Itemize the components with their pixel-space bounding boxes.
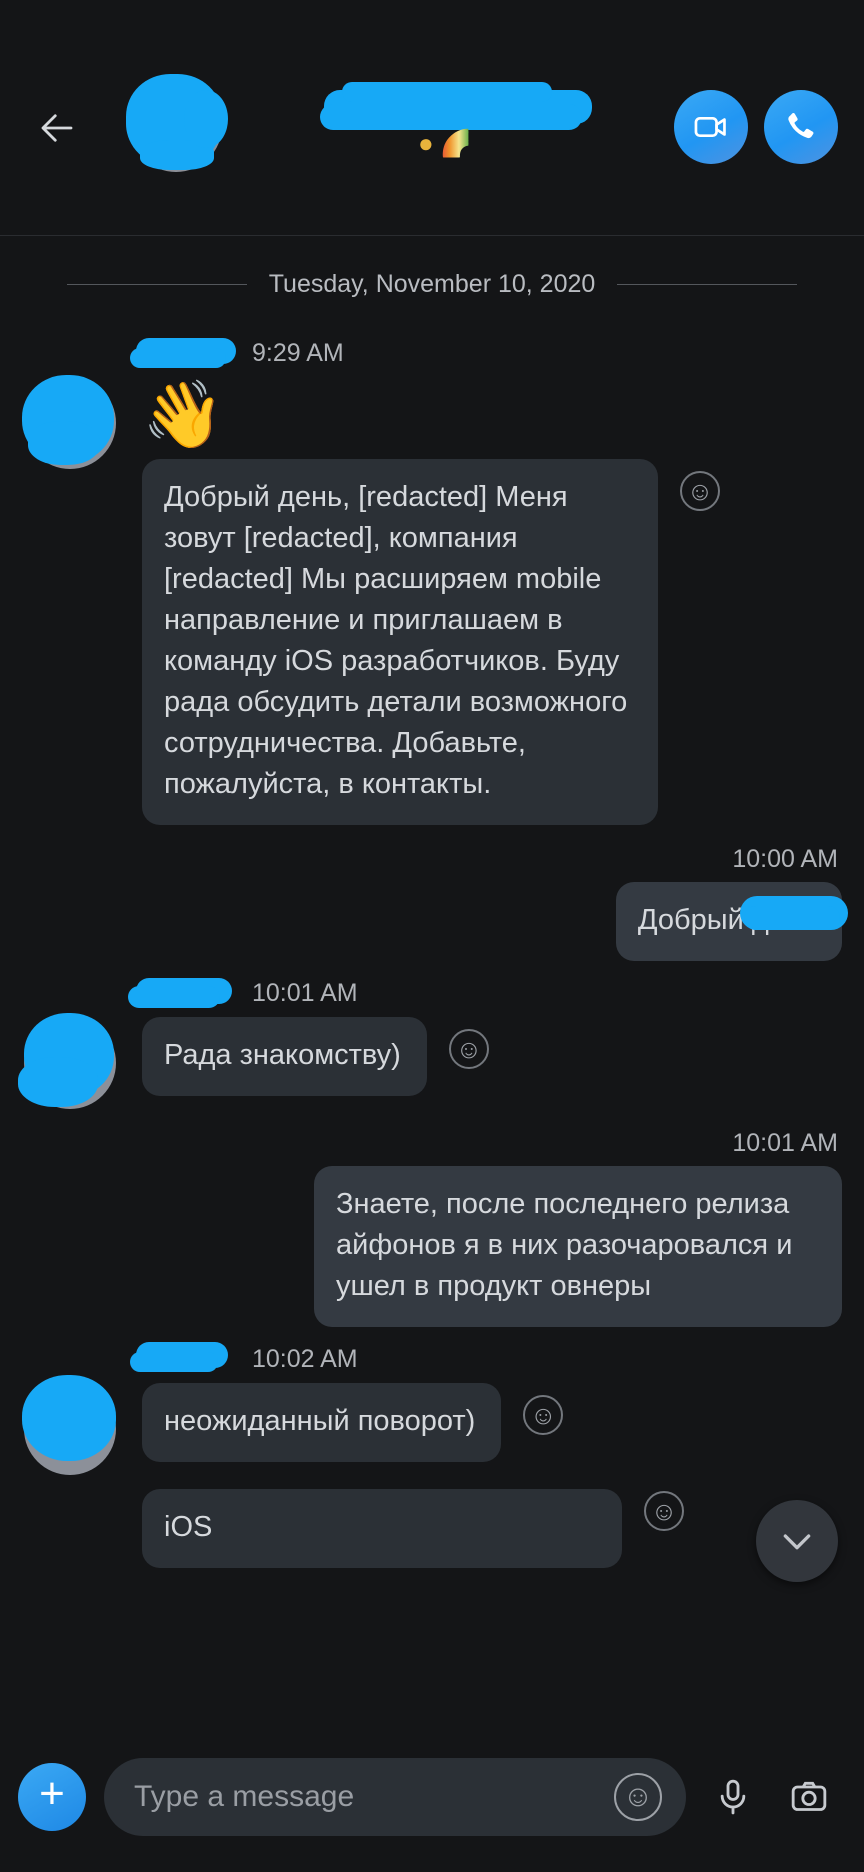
message-text: неожиданный поворот) xyxy=(164,1405,476,1437)
message-input[interactable]: Type a message xyxy=(134,1780,614,1814)
phone-icon xyxy=(788,112,814,138)
message-meta: [redacted] 9:29 AM xyxy=(0,321,864,377)
avatar[interactable] xyxy=(22,375,116,469)
composer: + Type a message ☺ xyxy=(0,1722,864,1872)
peer-status-emojis: ●🌈 xyxy=(418,127,479,158)
message-row: iOS ☺ xyxy=(0,1489,864,1581)
reaction-button[interactable]: ☺ xyxy=(523,1395,564,1435)
reaction-button[interactable]: ☺ xyxy=(680,471,720,511)
bubble-with-reaction: Добрый день, [redacted] Меня зовут [reda… xyxy=(142,459,864,825)
message-list[interactable]: Tuesday, November 10, 2020 [redacted] 9:… xyxy=(0,236,864,1722)
redaction-mark xyxy=(28,421,100,465)
message-meta: [redacted] 10:02 AM xyxy=(0,1327,864,1383)
date-label: Tuesday, November 10, 2020 xyxy=(268,270,596,298)
chat-header: [redacted] ●🌈 xyxy=(0,0,864,236)
message-text: Знаете, после последнего релиза айфонов … xyxy=(336,1188,793,1302)
redaction-mark xyxy=(184,89,228,148)
chevron-down-icon xyxy=(783,1534,811,1550)
back-button[interactable] xyxy=(30,101,84,155)
mic-button[interactable] xyxy=(704,1768,762,1826)
redaction-mark xyxy=(128,986,220,1008)
redaction-mark xyxy=(320,103,582,130)
redaction-mark xyxy=(22,1375,116,1461)
video-camera-icon xyxy=(694,116,726,137)
message-time: 10:00 AM xyxy=(732,845,838,873)
attach-button[interactable]: + xyxy=(18,1763,86,1831)
message-bubble[interactable]: Знаете, после последнего релиза айфонов … xyxy=(314,1166,842,1327)
message-bubble[interactable]: Добрый день, [redacted] Меня зовут [reda… xyxy=(142,459,658,825)
voice-call-button[interactable] xyxy=(764,89,838,164)
redaction-mark xyxy=(342,81,552,102)
message-bubble[interactable]: iOS xyxy=(142,1489,622,1568)
bubble-with-reaction: iOS ☺ xyxy=(142,1489,684,1568)
bubble-with-reaction: Рада знакомству) ☺ xyxy=(142,1017,489,1096)
redaction-mark xyxy=(18,1057,98,1107)
message-text: Добрый день, [redacted] Меня зовут [reda… xyxy=(164,481,628,800)
message-text: iOS xyxy=(164,1511,213,1543)
message-time: 10:01 AM xyxy=(252,978,358,1007)
message-bubble[interactable]: Рада знакомству) xyxy=(142,1017,427,1096)
peer-name: [redacted] xyxy=(320,81,594,132)
date-divider: Tuesday, November 10, 2020 xyxy=(0,236,864,321)
message-time: 10:01 AM xyxy=(732,1129,838,1157)
camera-icon xyxy=(791,1781,827,1811)
scroll-to-bottom-button[interactable] xyxy=(756,1500,838,1582)
message-row: Знаете, после последнего релиза айфонов … xyxy=(0,1166,864,1327)
message-row: Добрый день xyxy=(0,882,864,961)
avatar[interactable] xyxy=(126,73,228,172)
message-stack: 👋 Добрый день, [redacted] Меня зовут [re… xyxy=(142,377,864,825)
message-input-container[interactable]: Type a message ☺ xyxy=(104,1758,686,1836)
message-time: 9:29 AM xyxy=(252,338,344,367)
message-time: 10:02 AM xyxy=(252,1344,358,1373)
chat-screen: [redacted] ●🌈 xyxy=(0,0,864,1872)
video-call-button[interactable] xyxy=(674,89,748,164)
emoji-button[interactable]: ☺ xyxy=(614,1773,662,1821)
message-row: Рада знакомству) ☺ xyxy=(0,1013,864,1109)
message-meta: [redacted] 10:01 AM xyxy=(0,961,864,1017)
camera-button[interactable] xyxy=(780,1768,838,1826)
avatar[interactable] xyxy=(18,1013,116,1109)
reaction-button[interactable]: ☺ xyxy=(644,1491,684,1531)
bubble-with-reaction: неожиданный поворот) ☺ xyxy=(142,1383,564,1462)
message-row: 👋 Добрый день, [redacted] Меня зовут [re… xyxy=(0,375,864,825)
sticker-emoji: 👋 xyxy=(142,377,225,451)
avatar[interactable] xyxy=(22,1375,116,1475)
divider-line-right xyxy=(617,284,798,285)
microphone-icon xyxy=(720,1779,746,1815)
sender-name: [redacted] xyxy=(130,1342,248,1374)
message-bubble[interactable]: неожиданный поворот) xyxy=(142,1383,502,1462)
peer-info[interactable]: [redacted] ●🌈 xyxy=(126,73,658,172)
message-row: неожиданный поворот) ☺ xyxy=(0,1375,864,1475)
message-text: Рада знакомству) xyxy=(164,1039,401,1071)
sender-name: [redacted] xyxy=(130,338,248,368)
reaction-button[interactable]: ☺ xyxy=(448,1029,489,1069)
divider-line-left xyxy=(66,284,247,285)
message-bubble[interactable]: Добрый день xyxy=(615,882,848,961)
back-arrow-icon xyxy=(41,113,73,142)
redaction-mark xyxy=(130,1352,218,1372)
sender-name: [redacted] xyxy=(128,978,248,1008)
redaction-mark xyxy=(744,906,840,930)
redaction-mark xyxy=(130,348,226,368)
peer-identity: [redacted] ●🌈 xyxy=(228,80,658,172)
